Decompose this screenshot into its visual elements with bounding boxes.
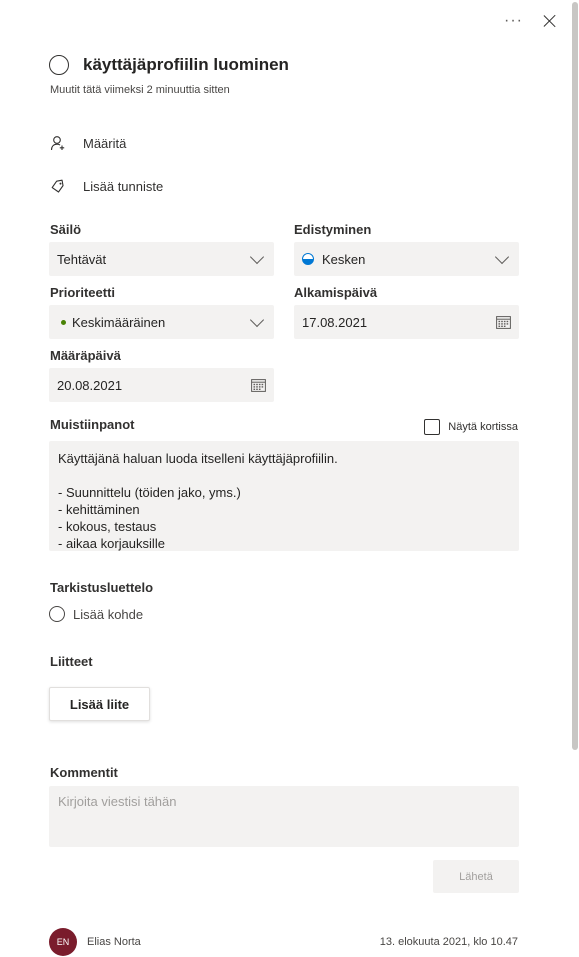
calendar-icon[interactable] (251, 378, 266, 392)
notes-line: - aikaa korjauksille (58, 536, 165, 551)
calendar-icon[interactable] (496, 315, 511, 329)
due-date-label: Määräpäivä (50, 348, 121, 363)
top-actions: ··· (504, 12, 559, 30)
task-title[interactable]: käyttäjäprofiilin luominen (83, 55, 289, 75)
priority-dropdown[interactable]: Keskimääräinen (49, 305, 274, 339)
show-on-card-label: Näytä kortissa (448, 421, 518, 433)
task-title-row: käyttäjäprofiilin luominen (49, 55, 289, 75)
author-name: Elias Norta (87, 936, 141, 948)
show-on-card-toggle[interactable]: Näytä kortissa (424, 419, 518, 435)
notes-label: Muistiinpanot (50, 417, 135, 432)
add-person-icon (50, 136, 65, 151)
complete-task-checkbox[interactable] (49, 55, 69, 75)
comment-timestamp: 13. elokuuta 2021, klo 10.47 (379, 936, 518, 948)
notes-textarea[interactable]: Käyttäjänä haluan luoda itselleni käyttä… (49, 441, 519, 551)
priority-value: Keskimääräinen (72, 314, 166, 330)
bucket-dropdown[interactable]: Tehtävät (49, 242, 274, 276)
add-item-label: Lisää kohde (73, 606, 144, 622)
start-date-label: Alkamispäivä (294, 285, 378, 300)
assign-label: Määritä (83, 135, 127, 151)
notes-line (58, 467, 510, 484)
avatar: EN (49, 928, 77, 956)
chevron-down-icon (494, 249, 510, 264)
bucket-label: Säilö (50, 222, 82, 237)
add-tag-button[interactable]: Lisää tunniste (50, 178, 163, 194)
progress-dropdown[interactable]: Kesken (294, 242, 519, 276)
close-icon[interactable] (541, 12, 559, 30)
chevron-down-icon (249, 312, 265, 327)
send-button[interactable]: Lähetä (433, 860, 519, 893)
comment-author: EN Elias Norta (49, 928, 141, 956)
start-date-picker[interactable]: 17.08.2021 (294, 305, 519, 339)
in-progress-icon (302, 253, 314, 265)
more-options-button[interactable]: ··· (504, 13, 523, 29)
priority-label: Prioriteetti (50, 285, 116, 300)
notes-line: - kehittäminen (58, 502, 140, 517)
progress-label: Edistyminen (294, 222, 372, 237)
progress-value-wrap: Kesken (302, 252, 497, 267)
assign-button[interactable]: Määritä (50, 135, 126, 151)
comments-label: Kommentit (50, 765, 118, 780)
checklist-label: Tarkistusluettelo (50, 580, 154, 595)
due-date-picker[interactable]: 20.08.2021 (49, 368, 274, 402)
medium-priority-icon (61, 319, 66, 325)
task-details-panel: ··· käyttäjäprofiilin luominen Muutit tä… (0, 0, 579, 957)
checklist-circle-icon (49, 606, 65, 622)
notes-line: Käyttäjänä haluan luoda itselleni käyttä… (58, 451, 338, 466)
tag-icon (51, 179, 64, 193)
bucket-value: Tehtävät (57, 251, 107, 267)
attachments-label: Liitteet (50, 654, 93, 669)
scrollbar[interactable] (572, 2, 578, 750)
add-tag-label: Lisää tunniste (83, 178, 164, 194)
priority-value-wrap: Keskimääräinen (57, 315, 252, 330)
comment-input[interactable] (49, 786, 519, 847)
start-date-value: 17.08.2021 (302, 314, 368, 330)
add-checklist-item[interactable]: Lisää kohde (49, 606, 143, 622)
due-date-value: 20.08.2021 (57, 377, 123, 393)
notes-line: - kokous, testaus (58, 519, 157, 534)
last-modified-text: Muutit tätä viimeksi 2 minuuttia sitten (50, 84, 230, 96)
progress-value: Kesken (322, 251, 366, 267)
chevron-down-icon (249, 249, 265, 264)
show-on-card-checkbox[interactable] (424, 419, 441, 435)
notes-line: - Suunnittelu (töiden jako, yms.) (58, 485, 241, 500)
add-attachment-button[interactable]: Lisää liite (49, 687, 150, 721)
